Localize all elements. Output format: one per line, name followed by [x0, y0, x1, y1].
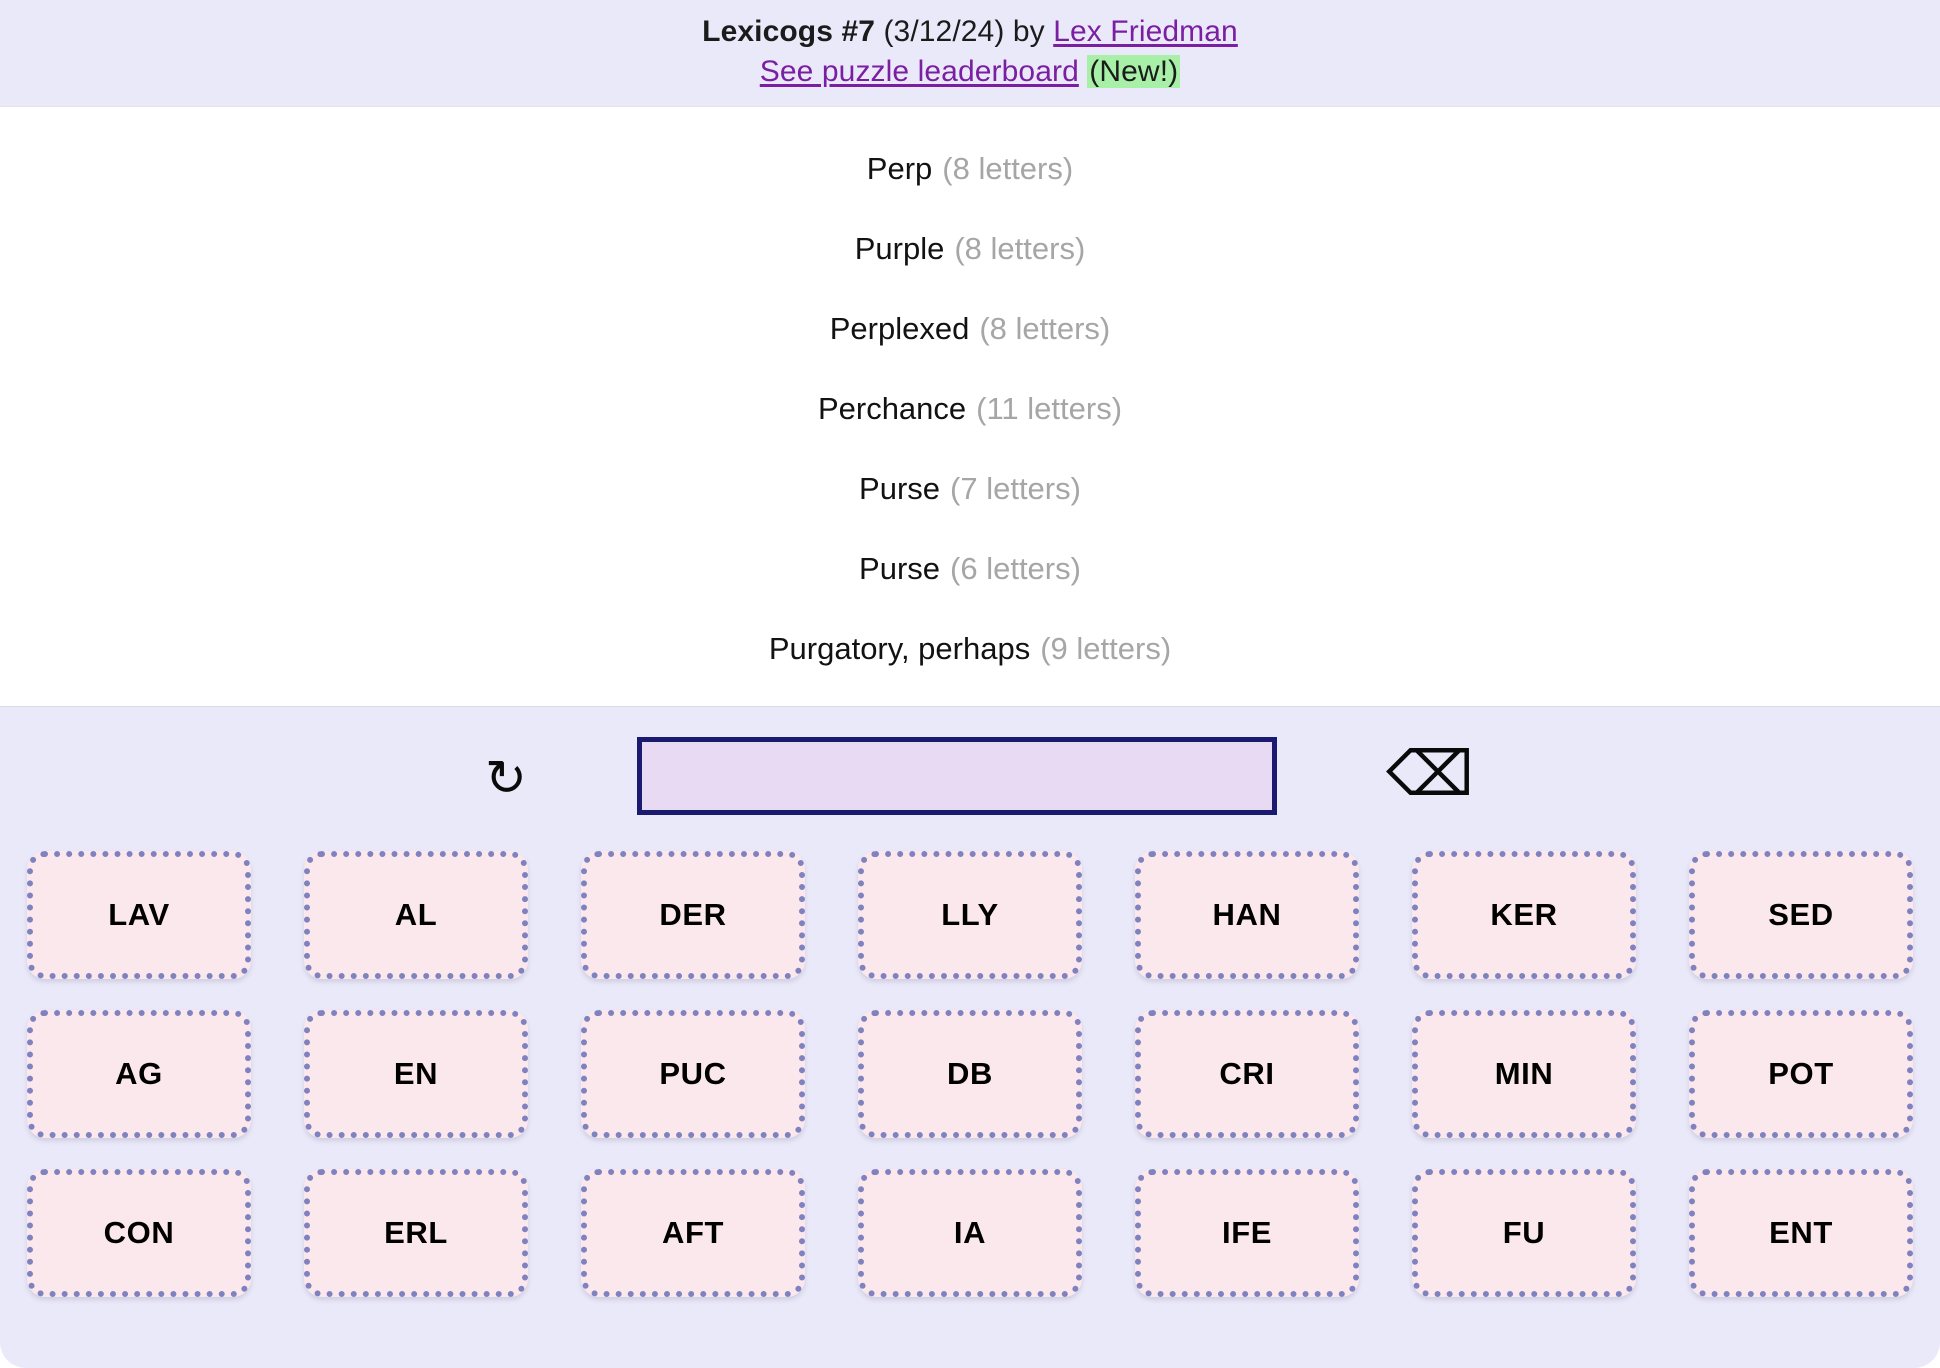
letter-tile[interactable]: DER	[581, 851, 805, 979]
letter-tile[interactable]: EN	[304, 1010, 528, 1138]
clue-row: Perp (8 letters)	[0, 129, 1940, 209]
backspace-icon[interactable]: ⌫	[1386, 743, 1474, 805]
clue-letter-count: (11 letters)	[976, 390, 1123, 426]
letter-tile[interactable]: ENT	[1689, 1169, 1913, 1297]
clue-letter-count: (8 letters)	[954, 230, 1086, 266]
letter-tile[interactable]: CRI	[1135, 1010, 1359, 1138]
letter-tile[interactable]: IFE	[1135, 1169, 1359, 1297]
clue-text: Purgatory, perhaps	[768, 630, 1031, 666]
clue-row: Purple (8 letters)	[0, 209, 1940, 289]
byline-spacer	[1004, 15, 1012, 48]
clue-text: Perchance	[817, 390, 967, 426]
clue-row: Purse (7 letters)	[0, 449, 1940, 529]
author-link[interactable]: Lex Friedman	[1053, 15, 1238, 48]
clue-list: Perp (8 letters) Purple (8 letters) Perp…	[0, 106, 1940, 707]
leaderboard-line: See puzzle leaderboard (New!)	[0, 52, 1940, 92]
letter-tile[interactable]: IA	[858, 1169, 1082, 1297]
letter-tile[interactable]: LAV	[27, 851, 251, 979]
play-panel: ↻ ⌫ LAV AL DER LLY HAN KER SED AG EN PUC…	[0, 707, 1940, 1368]
letter-tile[interactable]: SED	[1689, 851, 1913, 979]
puzzle-title-line: Lexicogs #7 (3/12/24) by Lex Friedman	[0, 12, 1940, 52]
tile-grid: LAV AL DER LLY HAN KER SED AG EN PUC DB …	[0, 844, 1940, 1297]
letter-tile[interactable]: CON	[27, 1169, 251, 1297]
lexicogs-app: Lexicogs #7 (3/12/24) by Lex Friedman Se…	[0, 0, 1940, 1368]
clue-row: Purse (6 letters)	[0, 529, 1940, 609]
clue-text: Perplexed	[829, 310, 970, 346]
letter-tile[interactable]: AG	[27, 1010, 251, 1138]
clue-row: Perplexed (8 letters)	[0, 289, 1940, 369]
letter-tile[interactable]: AFT	[581, 1169, 805, 1297]
page-header: Lexicogs #7 (3/12/24) by Lex Friedman Se…	[0, 0, 1940, 106]
letter-tile[interactable]: DB	[858, 1010, 1082, 1138]
answer-input[interactable]	[637, 737, 1277, 815]
byline-by: by	[1012, 15, 1045, 48]
letter-tile[interactable]: KER	[1412, 851, 1636, 979]
puzzle-date-value: (3/12/24)	[883, 15, 1005, 48]
letter-tile[interactable]: ERL	[304, 1169, 528, 1297]
clue-letter-count: (9 letters)	[1040, 630, 1172, 666]
letter-tile[interactable]: POT	[1689, 1010, 1913, 1138]
letter-tile[interactable]: HAN	[1135, 851, 1359, 979]
clue-text: Purse	[859, 470, 941, 506]
clue-letter-count: (8 letters)	[979, 310, 1111, 346]
letter-tile[interactable]: PUC	[581, 1010, 805, 1138]
page-title: Lexicogs #7	[702, 15, 876, 48]
clue-row: Purgatory, perhaps (9 letters)	[0, 609, 1940, 689]
letter-tile[interactable]: AL	[304, 851, 528, 979]
clue-text: Perp	[866, 150, 933, 186]
clue-text: Purple	[854, 230, 945, 266]
letter-tile[interactable]: FU	[1412, 1169, 1636, 1297]
shuffle-icon[interactable]: ↻	[485, 751, 527, 805]
byline-spacer2	[1045, 15, 1053, 48]
clue-letter-count: (8 letters)	[942, 150, 1074, 186]
entry-bar: ↻ ⌫	[0, 707, 1940, 844]
leaderboard-link[interactable]: See puzzle leaderboard	[760, 55, 1079, 88]
clue-row: Perchance (11 letters)	[0, 369, 1940, 449]
new-badge: (New!)	[1087, 55, 1181, 88]
clue-text: Purse	[859, 550, 941, 586]
clue-letter-count: (7 letters)	[950, 470, 1081, 506]
letter-tile[interactable]: MIN	[1412, 1010, 1636, 1138]
letter-tile[interactable]: LLY	[858, 851, 1082, 979]
clue-letter-count: (6 letters)	[950, 550, 1081, 586]
